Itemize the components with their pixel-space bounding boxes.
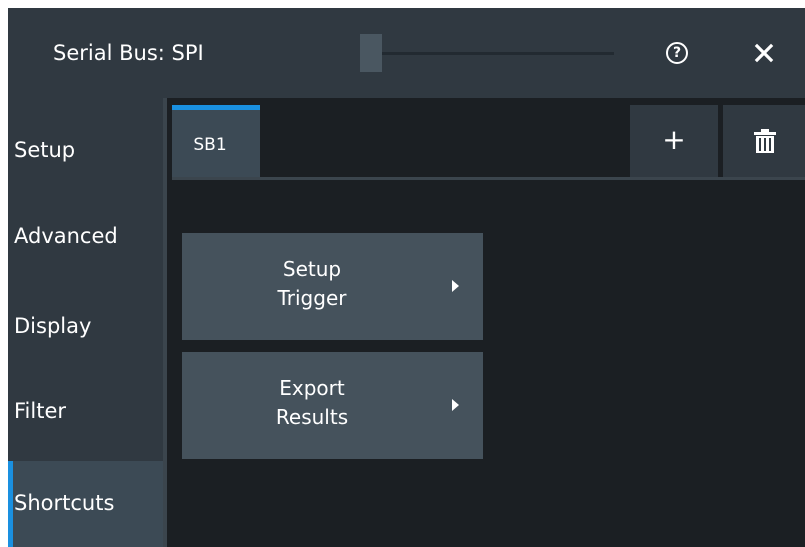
tab-sb1[interactable]: SB1	[172, 105, 260, 177]
active-tab-indicator	[172, 105, 260, 110]
sidebar-item-display[interactable]: Display	[8, 270, 163, 356]
sidebar-item-shortcuts[interactable]: Shortcuts	[8, 461, 163, 547]
triangle-right-icon	[452, 280, 459, 292]
sidebar-item-label: Setup	[14, 138, 76, 162]
triangle-right-icon	[452, 399, 459, 411]
help-glyph: ?	[672, 45, 682, 61]
sidebar-item-setup[interactable]: Setup	[8, 98, 163, 184]
serial-bus-dialog: Serial Bus: SPI ? Setup Advanced Display…	[8, 8, 805, 547]
sidebar-item-label: Shortcuts	[14, 491, 115, 515]
delete-bus-button[interactable]	[723, 105, 805, 177]
sidebar: Setup Advanced Display Filter Shortcuts	[8, 98, 163, 547]
button-label-line: Trigger	[277, 286, 347, 310]
button-label: Export Results	[250, 374, 374, 432]
sidebar-item-label: Filter	[14, 399, 67, 423]
export-results-button[interactable]: Export Results	[182, 352, 483, 459]
help-icon[interactable]: ?	[666, 42, 688, 64]
sidebar-item-filter[interactable]: Filter	[8, 356, 163, 442]
button-label-line: Setup	[282, 257, 342, 281]
sidebar-item-advanced[interactable]: Advanced	[8, 184, 163, 270]
close-icon[interactable]	[752, 41, 776, 65]
tab-label: SB1	[193, 135, 227, 155]
button-label-line: Export	[279, 376, 345, 400]
add-bus-button[interactable]: +	[630, 105, 718, 177]
plus-icon: +	[662, 123, 686, 156]
dialog-title-bar[interactable]: Serial Bus: SPI ?	[8, 8, 805, 98]
button-label-line: Results	[275, 405, 349, 429]
active-indicator	[8, 461, 13, 547]
tab-bar-underline	[172, 177, 805, 180]
sidebar-divider	[163, 98, 167, 547]
sidebar-item-label: Advanced	[14, 224, 118, 248]
dialog-title: Serial Bus: SPI	[53, 41, 204, 65]
sidebar-item-label: Display	[14, 314, 92, 338]
button-label: Setup Trigger	[250, 255, 374, 313]
transparency-slider-thumb[interactable]	[360, 34, 382, 72]
setup-trigger-button[interactable]: Setup Trigger	[182, 233, 483, 340]
transparency-slider-track[interactable]	[382, 52, 614, 55]
trash-icon	[754, 129, 776, 153]
tab-bar-empty-area	[260, 105, 630, 177]
